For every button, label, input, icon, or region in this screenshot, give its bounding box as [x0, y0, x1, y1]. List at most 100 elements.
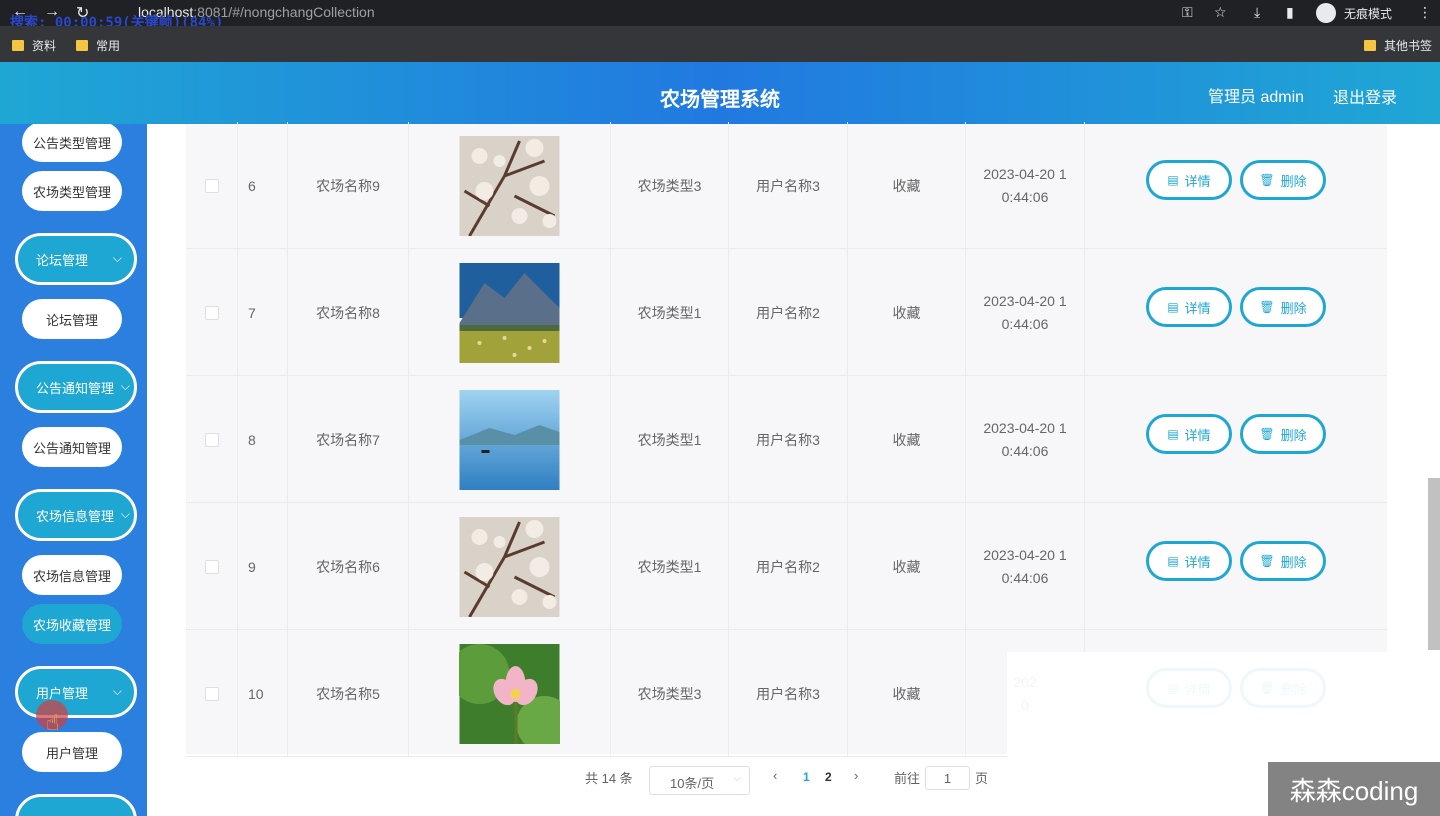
time-line: 2023-04-20 1 [983, 292, 1067, 309]
farm-image [409, 376, 611, 503]
goto-page-input[interactable] [925, 766, 970, 790]
detail-button[interactable]: ▤ 详情 [1146, 160, 1232, 200]
row-checkbox-cell [186, 122, 238, 249]
row-name: 农场名称9 [288, 122, 409, 249]
delete-button[interactable]: 🗑 删除 [1240, 414, 1326, 454]
table-row: 7 农场名称8 农场类型1 用户名称2 收藏 2023-04-20 1 0:44:06 ▤ 详… [186, 249, 1387, 376]
document-icon: ▤ [1167, 173, 1179, 187]
sidebar-group-user[interactable]: 用户管理 ⌵ [15, 666, 137, 718]
detail-button[interactable]: ▤ 详情 [1146, 414, 1232, 454]
sidebar-group-forum[interactable]: 论坛管理 ⌵ [15, 233, 137, 285]
app-header: 农场管理系统 管理员 admin 退出登录 [0, 62, 1440, 124]
detail-button[interactable]: ▤ 详情 [1146, 287, 1232, 327]
row-user: 用户名称3 [729, 630, 848, 757]
time-line: 0:44:06 [1001, 315, 1049, 332]
chevron-down-icon: ⌵ [112, 251, 122, 265]
row-checkbox-cell [186, 630, 238, 757]
detail-label: 详情 [1184, 173, 1211, 189]
trash-icon: 🗑 [1259, 173, 1275, 187]
blur-mask [1007, 652, 1440, 762]
document-icon: ▤ [1167, 300, 1179, 314]
scrollbar[interactable] [1428, 478, 1440, 650]
delete-button[interactable]: 🗑 删除 [1240, 541, 1326, 581]
sidebar-item-forum[interactable]: 论坛管理 [22, 299, 122, 339]
row-checkbox[interactable] [204, 686, 219, 701]
row-actions: ▤ 详情 🗑 删除 [1085, 249, 1387, 376]
chevron-down-icon: ⌵ [120, 379, 130, 393]
page-number[interactable]: 1 [803, 770, 810, 784]
farm-image [409, 630, 611, 757]
delete-label: 删除 [1280, 554, 1307, 570]
sidebar-group-label: 论坛管理 [36, 252, 89, 268]
bookmarks-bar [0, 26, 1440, 62]
page-number[interactable]: 2 [825, 770, 832, 784]
farm-image [409, 122, 611, 249]
row-user: 用户名称3 [729, 122, 848, 249]
row-user: 用户名称2 [729, 249, 848, 376]
row-checkbox[interactable] [204, 432, 219, 447]
table-row: 6 农场名称9 农场类型3 用户名称3 收藏 2023-04-20 1 0:44:06 ▤ 详… [186, 122, 1387, 249]
bookmark-item[interactable]: 资料 [12, 37, 56, 54]
admin-label: 管理员 admin [1208, 89, 1305, 106]
document-icon: ▤ [1167, 427, 1179, 441]
pagination-total: 共 14 条 [585, 771, 633, 786]
collect-time: 2023-04-20 1 0:44:06 [966, 122, 1085, 249]
chevron-down-icon: ⌵ [120, 507, 130, 521]
row-index: 10 [238, 630, 288, 757]
row-name: 农场名称8 [288, 249, 409, 376]
delete-button[interactable]: 🗑 删除 [1240, 160, 1326, 200]
row-name: 农场名称5 [288, 630, 409, 757]
key-icon[interactable]: ⚿ [1182, 4, 1193, 21]
download-icon[interactable]: ⤓ [1254, 4, 1260, 21]
star-icon[interactable]: ☆ [1214, 4, 1227, 21]
row-collect: 收藏 [848, 249, 966, 376]
sidebar-group-farm-info[interactable]: 农场信息管理 ⌵ [15, 489, 137, 541]
next-page-icon[interactable]: › [854, 768, 858, 783]
row-index: 9 [238, 503, 288, 630]
collect-time: 2023-04-20 1 0:44:06 [966, 376, 1085, 503]
menu-icon[interactable]: ⋮ [1418, 4, 1432, 21]
farm-image [409, 249, 611, 376]
delete-button[interactable]: 🗑 删除 [1240, 287, 1326, 327]
detail-label: 详情 [1184, 427, 1211, 443]
delete-label: 删除 [1280, 427, 1307, 443]
detail-label: 详情 [1184, 300, 1211, 316]
page-size-select[interactable]: 10条/页 ⌵ [649, 766, 750, 795]
row-type: 农场类型3 [611, 630, 729, 757]
row-checkbox[interactable] [204, 178, 219, 193]
sidebar-group-label: 用户管理 [36, 685, 89, 701]
detail-button[interactable]: ▤ 详情 [1146, 541, 1232, 581]
logout-link[interactable]: 退出登录 [1333, 84, 1397, 108]
sidebar-group-next[interactable] [15, 794, 137, 816]
sidebar-group-notice[interactable]: 公告通知管理 ⌵ [15, 361, 137, 413]
row-checkbox[interactable] [204, 559, 219, 574]
row-collect: 收藏 [848, 630, 966, 757]
sidebar-item-user[interactable]: 用户管理 [22, 732, 122, 772]
time-line: 0:44:06 [1001, 569, 1049, 586]
row-actions: ▤ 详情 🗑 删除 [1085, 122, 1387, 249]
collect-time: 2023-04-20 1 0:44:06 [966, 249, 1085, 376]
sidebar-item-notice-type[interactable]: 公告类型管理 [22, 124, 122, 162]
sidebar-item-farm-type[interactable]: 农场类型管理 [22, 171, 122, 211]
row-name: 农场名称7 [288, 376, 409, 503]
trash-icon: 🗑 [1259, 300, 1275, 314]
row-name: 农场名称6 [288, 503, 409, 630]
sidebar-item-notice[interactable]: 公告通知管理 [22, 427, 122, 467]
sidepanel-icon[interactable]: ▮ [1286, 4, 1294, 21]
row-collect: 收藏 [848, 122, 966, 249]
sidebar-item-farm-collection[interactable]: 农场收藏管理 [22, 604, 122, 644]
row-type: 农场类型1 [611, 376, 729, 503]
row-checkbox[interactable] [204, 305, 219, 320]
delete-label: 删除 [1280, 300, 1307, 316]
delete-label: 删除 [1280, 173, 1307, 189]
prev-page-icon[interactable]: ‹ [773, 768, 777, 783]
time-line: 2023-04-20 1 [983, 165, 1067, 182]
document-icon: ▤ [1167, 554, 1179, 568]
table-row: 8 农场名称7 农场类型1 用户名称3 收藏 2023-04-20 1 0:44:06 ▤ 详… [186, 376, 1387, 503]
row-type: 农场类型1 [611, 249, 729, 376]
other-bookmarks[interactable]: 其他书签 [1364, 37, 1432, 54]
row-index: 7 [238, 249, 288, 376]
farm-image [409, 503, 611, 630]
bookmark-item[interactable]: 常用 [76, 37, 120, 54]
sidebar-item-farm-info[interactable]: 农场信息管理 [22, 555, 122, 595]
